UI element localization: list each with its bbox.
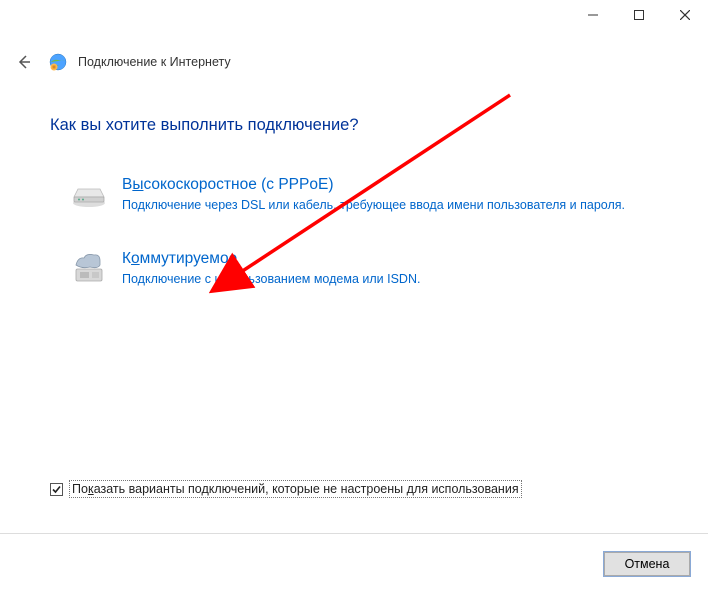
modem-icon (70, 177, 108, 209)
minimize-button[interactable] (570, 0, 616, 30)
maximize-button[interactable] (616, 0, 662, 30)
option-dialup[interactable]: Коммутируемое Подключение с использовани… (70, 249, 658, 289)
wizard-header: Подключение к Интернету (0, 32, 708, 86)
connection-options: Высокоскоростное (с PPPoE) Подключение ч… (70, 175, 658, 288)
cancel-button[interactable]: Отмена (604, 552, 690, 576)
titlebar (0, 0, 708, 32)
window-controls (570, 0, 708, 30)
show-all-options-label: Показать варианты подключений, которые н… (69, 480, 522, 498)
option-dialup-title: Коммутируемое (122, 249, 628, 269)
option-pppoe-title: Высокоскоростное (с PPPoE) (122, 175, 628, 195)
globe-icon (48, 52, 68, 72)
option-dialup-desc: Подключение с использованием модема или … (122, 271, 628, 289)
phone-modem-icon (70, 251, 108, 283)
show-all-options-row[interactable]: Показать варианты подключений, которые н… (50, 480, 522, 498)
wizard-content: Как вы хотите выполнить подключение? Выс… (0, 86, 708, 288)
show-all-options-checkbox[interactable] (50, 483, 63, 496)
option-pppoe-text: Высокоскоростное (с PPPoE) Подключение ч… (122, 175, 628, 215)
page-title: Как вы хотите выполнить подключение? (50, 116, 658, 135)
option-pppoe[interactable]: Высокоскоростное (с PPPoE) Подключение ч… (70, 175, 658, 215)
back-button[interactable] (10, 48, 38, 76)
option-pppoe-desc: Подключение через DSL или кабель, требую… (122, 197, 628, 215)
option-dialup-text: Коммутируемое Подключение с использовани… (122, 249, 628, 289)
close-button[interactable] (662, 0, 708, 30)
wizard-footer: Отмена (0, 534, 708, 593)
wizard-title: Подключение к Интернету (78, 55, 231, 69)
